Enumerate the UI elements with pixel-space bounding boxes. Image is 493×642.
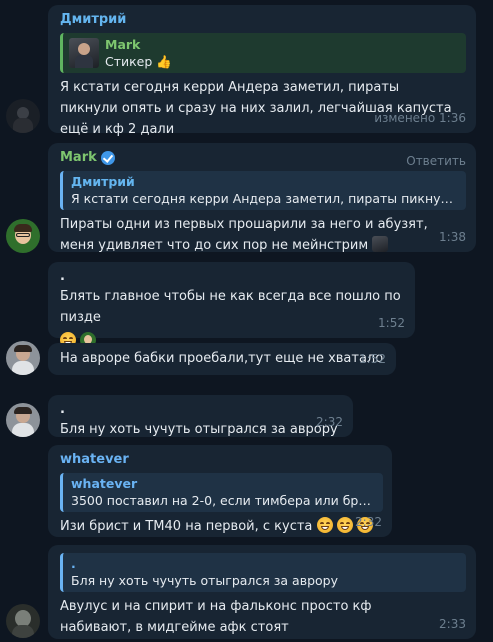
grinning-emoji-icon [316, 517, 333, 533]
grinning-emoji-icon [336, 517, 353, 533]
reply-quote[interactable]: Mark Стикер 👍 [60, 33, 466, 73]
avatar-dot-user[interactable] [6, 403, 40, 437]
reply-sender: Дмитрий [71, 174, 135, 189]
reply-sender: whatever [71, 476, 138, 491]
sender-name[interactable]: Mark [60, 149, 97, 167]
message-time: изменено 1:36 [374, 111, 466, 125]
message-time: 1:52 [359, 352, 386, 366]
message-time: 2:33 [439, 617, 466, 631]
reply-text: 3500 поставил на 2-0, если тимбера или б… [71, 493, 375, 508]
message-bubble[interactable]: . Блять главное чтобы не как всегда все … [48, 262, 415, 348]
message-text-content: Изи брист и ТМ40 на первой, с куста [60, 519, 313, 534]
message-time: 2:32 [316, 415, 343, 429]
message-bubble[interactable]: . Бля ну хоть чучуть отыгрался за аврору… [48, 395, 353, 437]
message-bubble[interactable]: Дмитрий Mark Стикер 👍 Я кстати сегодня к… [48, 5, 476, 137]
message-text: Блять главное чтобы не как всегда все по… [60, 289, 401, 325]
message-bubble[interactable]: Mark Ответить Дмитрий Я кстати сегодня к… [48, 143, 476, 253]
message-text: Пираты одни из первых прошарили за него … [60, 214, 466, 256]
message-bubble[interactable]: На авроре бабки проебали,тут еще не хват… [48, 343, 396, 375]
reply-sender: . [71, 556, 76, 571]
verified-badge-icon [100, 151, 115, 165]
message-text: Изи брист и ТМ40 на первой, с куста [60, 516, 382, 537]
message-text: Бля ну хоть чучуть отыгрался за аврору [60, 422, 338, 437]
message-time: 2:32 [355, 515, 382, 529]
reply-sticker-label: Стикер [105, 54, 153, 69]
reply-quote[interactable]: whatever 3500 поставил на 2-0, если тимб… [60, 473, 383, 512]
message-time: 1:38 [439, 230, 466, 244]
reply-text: Бля ну хоть чучуть отыгрался за аврору [71, 573, 338, 588]
reply-sender: Mark [105, 37, 141, 52]
message-time: 1:52 [378, 316, 405, 330]
avatar-user[interactable] [6, 604, 40, 638]
custom-emoji-icon [372, 236, 389, 252]
reply-button[interactable]: Ответить [406, 151, 466, 172]
sender-name[interactable]: . [60, 401, 343, 419]
thumbs-up-icon: 👍 [156, 54, 172, 69]
avatar-dmitriy[interactable] [6, 99, 40, 133]
chat-history: Дмитрий Mark Стикер 👍 Я кстати сегодня к… [0, 0, 493, 642]
message-bubble[interactable]: . Бля ну хоть чучуть отыгрался за аврору… [48, 545, 476, 639]
message-bubble[interactable]: whatever whatever 3500 поставил на 2-0, … [48, 445, 392, 537]
sender-name[interactable]: Дмитрий [60, 11, 466, 29]
message-text: На авроре бабки проебали,тут еще не хват… [60, 351, 384, 366]
avatar-mark[interactable] [6, 219, 40, 253]
sender-name[interactable]: whatever [60, 451, 382, 469]
reply-quote[interactable]: . Бля ну хоть чучуть отыгрался за аврору [60, 553, 466, 592]
reply-text: Я кстати сегодня керри Андера заметил, п… [71, 191, 458, 206]
avatar-dot-user[interactable] [6, 341, 40, 375]
reply-text: Стикер 👍 [105, 53, 172, 70]
message-text: Авулус и на спирит и на фальконс просто … [60, 599, 372, 635]
sticker-thumbnail [69, 38, 99, 68]
sender-name[interactable]: . [60, 268, 405, 286]
reply-quote[interactable]: Дмитрий Я кстати сегодня керри Андера за… [60, 171, 466, 210]
